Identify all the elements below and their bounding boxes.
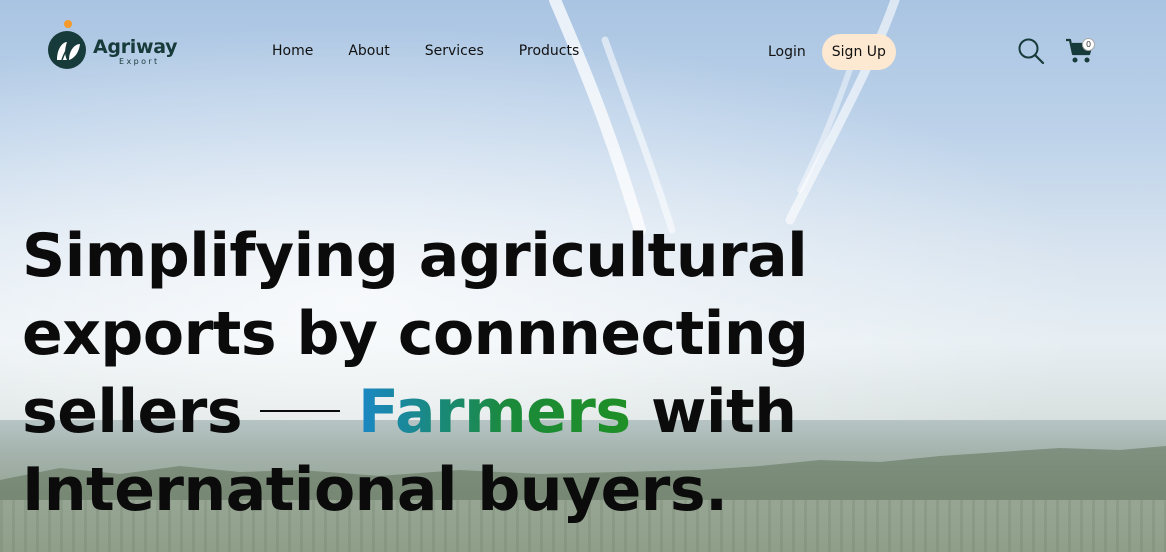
logo-tagline: Export: [119, 57, 160, 66]
nav-home[interactable]: Home: [272, 43, 313, 59]
hero-line-2: exports by connnecting: [22, 299, 809, 369]
hero-line-1: Simplifying agricultural: [22, 221, 808, 291]
site-header: Agriway Export Home About Services Produ…: [0, 0, 1166, 104]
login-link[interactable]: Login: [768, 44, 806, 60]
nav-products[interactable]: Products: [519, 43, 579, 59]
main-nav: Home About Services Products: [272, 43, 579, 59]
hero-sellers-text: sellers: [22, 377, 243, 447]
nav-services[interactable]: Services: [425, 43, 484, 59]
signup-button[interactable]: Sign Up: [821, 34, 896, 70]
search-button[interactable]: [1017, 37, 1045, 65]
cart-count-badge: 0: [1082, 38, 1095, 51]
hero-headline: Simplifying agricultural exports by conn…: [22, 217, 882, 529]
logo[interactable]: Agriway Export: [47, 18, 187, 72]
hero-highlight-farmers: Farmers: [358, 377, 631, 447]
hero-dash: [260, 410, 341, 413]
hero-line-4: International buyers.: [22, 455, 728, 525]
hero-with-text: with: [651, 377, 797, 447]
auth-group: Login Sign Up: [768, 34, 896, 70]
logo-name: Agriway: [93, 36, 178, 58]
search-icon: [1018, 38, 1045, 65]
nav-about[interactable]: About: [348, 43, 389, 59]
leaf-logo-icon: [48, 31, 86, 69]
hero-line-3: sellers Farmers with: [22, 373, 882, 451]
logo-dot: [64, 20, 72, 28]
